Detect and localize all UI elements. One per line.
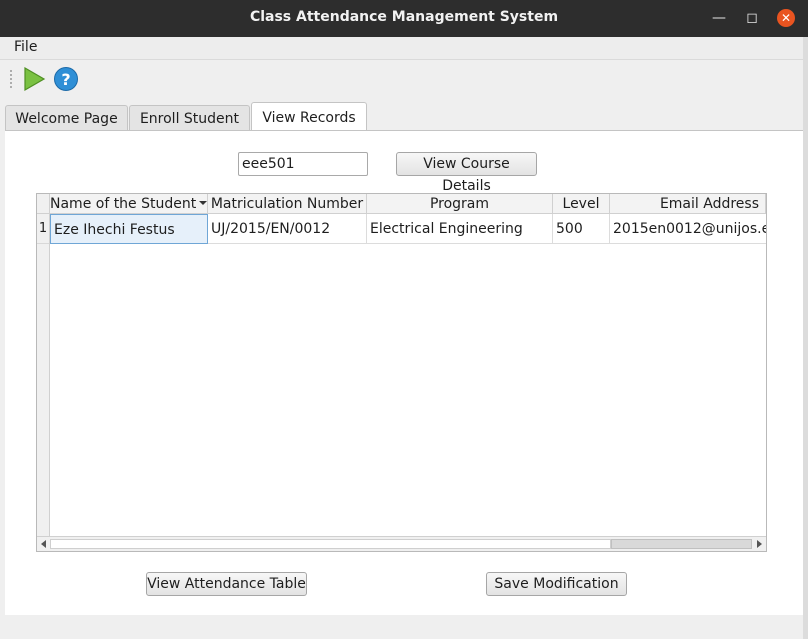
sort-indicator-icon xyxy=(199,200,207,205)
play-icon-svg xyxy=(24,66,46,92)
column-header-email[interactable]: Email Address xyxy=(610,194,766,214)
tab-bar: Welcome Page Enroll Student View Records xyxy=(0,102,808,132)
app-window: Class Attendance Management System — ◻ ✕… xyxy=(0,0,808,639)
help-icon[interactable]: ? xyxy=(53,66,79,92)
tab-enroll-student[interactable]: Enroll Student xyxy=(129,105,250,131)
tab-view-records[interactable]: View Records xyxy=(251,102,367,132)
scroll-right-icon[interactable] xyxy=(757,540,762,548)
row-number[interactable]: 1 xyxy=(37,214,49,244)
column-header-level[interactable]: Level xyxy=(553,194,610,214)
scroll-left-icon[interactable] xyxy=(41,540,46,548)
column-header-matric[interactable]: Matriculation Number xyxy=(208,194,367,214)
minimize-icon[interactable]: — xyxy=(710,9,728,27)
status-bar xyxy=(0,615,808,639)
column-header-name[interactable]: Name of the Student xyxy=(50,194,208,214)
scroll-track[interactable] xyxy=(50,539,611,549)
tab-welcome-page[interactable]: Welcome Page xyxy=(5,105,128,131)
table-corner[interactable] xyxy=(37,194,50,214)
toolbar-grip[interactable] xyxy=(9,69,13,89)
menu-bar: File xyxy=(0,37,808,60)
cell-email[interactable]: 2015en0012@unijos.edu.ng xyxy=(610,214,766,244)
horizontal-scrollbar[interactable] xyxy=(37,536,766,551)
svg-text:?: ? xyxy=(61,70,70,89)
title-bar[interactable]: Class Attendance Management System — ◻ ✕ xyxy=(0,0,808,37)
cell-level[interactable]: 500 xyxy=(553,214,610,244)
help-icon-svg: ? xyxy=(54,67,78,91)
cell-student-name[interactable]: Eze Ihechi Festus xyxy=(50,214,208,244)
scroll-thumb[interactable] xyxy=(611,539,752,549)
close-icon[interactable]: ✕ xyxy=(777,9,795,27)
course-code-input[interactable] xyxy=(238,152,368,176)
records-table[interactable]: Name of the Student Matriculation Number… xyxy=(36,193,767,552)
window-edge xyxy=(803,37,808,639)
cell-matric-number[interactable]: UJ/2015/EN/0012 xyxy=(208,214,367,244)
column-header-program[interactable]: Program xyxy=(367,194,553,214)
menu-file[interactable]: File xyxy=(14,39,37,55)
row-header: 1 xyxy=(37,214,50,536)
view-course-details-button[interactable]: View Course Details xyxy=(396,152,537,194)
window-title: Class Attendance Management System xyxy=(249,9,559,25)
toolbar: ? xyxy=(0,60,808,96)
view-attendance-table-button[interactable]: View Attendance Table xyxy=(146,572,307,596)
cell-program[interactable]: Electrical Engineering xyxy=(367,214,553,244)
play-icon[interactable] xyxy=(21,66,47,92)
column-header-name-label: Name of the Student xyxy=(50,196,197,212)
maximize-icon[interactable]: ◻ xyxy=(743,9,761,27)
save-modification-button[interactable]: Save Modification xyxy=(486,572,627,596)
